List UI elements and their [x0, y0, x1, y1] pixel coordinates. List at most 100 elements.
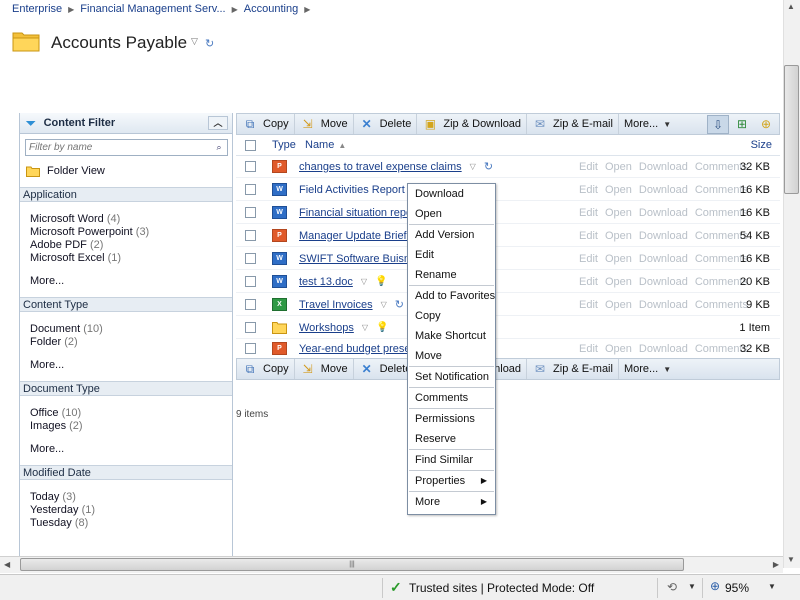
edit-link[interactable]: Edit: [579, 253, 598, 265]
vertical-scroll-thumb[interactable]: [784, 65, 799, 194]
menu-item-copy[interactable]: Copy: [408, 306, 495, 326]
open-link[interactable]: Open: [605, 299, 632, 311]
zip-download-button[interactable]: ▣Zip & Download: [417, 114, 528, 134]
more-link[interactable]: More...: [30, 359, 232, 381]
copy-button[interactable]: ⧉ Copy: [237, 114, 295, 134]
breadcrumb-accounting[interactable]: Accounting: [244, 3, 298, 15]
filter-item-today[interactable]: Today (3): [30, 491, 232, 504]
file-name-link[interactable]: Year-end budget prese: [299, 343, 411, 355]
file-name-link[interactable]: test 13.doc: [299, 276, 353, 288]
table-row[interactable]: W Financial situation repo Edit Open Downl…: [236, 202, 780, 224]
menu-item-properties[interactable]: Properties ▶: [408, 471, 495, 491]
column-name[interactable]: Name: [305, 139, 334, 151]
filter-item-folder[interactable]: Folder (2): [30, 336, 232, 349]
file-name-link[interactable]: Field Activities Report: [299, 184, 405, 196]
file-name-link[interactable]: SWIFT Software Buisne: [299, 253, 416, 265]
edit-link[interactable]: Edit: [579, 161, 598, 173]
download-link[interactable]: Download: [639, 207, 688, 219]
menu-item-more[interactable]: More ▶: [408, 492, 495, 512]
filter-item-microsoft-powerpoint[interactable]: Microsoft Powerpoint (3): [30, 226, 232, 239]
row-checkbox[interactable]: [245, 322, 256, 333]
zip-email-button[interactable]: ✉ Zip & E-mail: [527, 359, 619, 379]
file-name-link[interactable]: Manager Update Briefin: [299, 230, 415, 242]
collapse-button[interactable]: ︿: [208, 116, 228, 130]
edit-link[interactable]: Edit: [579, 230, 598, 242]
chevron-down-icon[interactable]: ▽: [381, 300, 387, 309]
filter-item-microsoft-word[interactable]: Microsoft Word (4): [30, 213, 232, 226]
column-type[interactable]: Type: [272, 139, 305, 151]
menu-item-move[interactable]: Move: [408, 346, 495, 366]
folder-name-link[interactable]: Workshops: [299, 322, 354, 334]
download-link[interactable]: Download: [639, 230, 688, 242]
open-link[interactable]: Open: [605, 253, 632, 265]
breadcrumb-enterprise[interactable]: Enterprise: [12, 3, 62, 15]
scroll-left-icon[interactable]: ◀: [4, 560, 10, 569]
menu-item-open[interactable]: Open: [408, 204, 495, 224]
menu-item-add-to-favorites[interactable]: Add to Favorites: [408, 286, 495, 306]
table-row[interactable]: W SWIFT Software Buisne Edit Open Download…: [236, 248, 780, 270]
more-link[interactable]: More...: [30, 275, 232, 297]
menu-item-comments[interactable]: Comments: [408, 388, 495, 408]
folder-view-item[interactable]: Folder View: [20, 160, 232, 181]
download-link[interactable]: Download: [639, 299, 688, 311]
chevron-down-icon[interactable]: ▽: [191, 36, 198, 47]
download-link[interactable]: Download: [639, 184, 688, 196]
more-button[interactable]: More... ▼: [619, 114, 676, 134]
comments-link[interactable]: Comments: [695, 299, 748, 311]
chevron-down-icon[interactable]: ▼: [768, 582, 776, 591]
download-link[interactable]: Download: [639, 253, 688, 265]
zoom-level[interactable]: 95%: [725, 581, 749, 595]
row-checkbox[interactable]: [245, 207, 256, 218]
menu-item-make-shortcut[interactable]: Make Shortcut: [408, 326, 495, 346]
add-folder-icon[interactable]: ⊕: [755, 115, 777, 134]
row-checkbox[interactable]: [245, 253, 256, 264]
filter-item-images[interactable]: Images (2): [30, 420, 232, 433]
add-document-icon[interactable]: ⊞: [731, 115, 753, 134]
row-checkbox[interactable]: [245, 299, 256, 310]
download-link[interactable]: Download: [639, 343, 688, 355]
chevron-down-icon[interactable]: ▽: [362, 323, 368, 332]
download-link[interactable]: Download: [639, 161, 688, 173]
filter-item-microsoft-excel[interactable]: Microsoft Excel (1): [30, 252, 232, 265]
download-link[interactable]: Download: [639, 276, 688, 288]
security-zone-label[interactable]: Trusted sites | Protected Mode: Off: [409, 581, 594, 595]
row-checkbox[interactable]: [245, 343, 256, 354]
download-icon[interactable]: ⇩: [707, 115, 729, 134]
search-icon[interactable]: ⌕: [212, 141, 226, 154]
row-checkbox[interactable]: [245, 276, 256, 287]
menu-item-download[interactable]: Download: [408, 184, 495, 204]
edit-link[interactable]: Edit: [579, 207, 598, 219]
refresh-icon[interactable]: ↻: [484, 160, 493, 173]
open-link[interactable]: Open: [605, 184, 632, 196]
more-button[interactable]: More... ▼: [619, 359, 676, 379]
protected-mode-icon[interactable]: ⟲: [667, 580, 677, 594]
row-checkbox[interactable]: [245, 184, 256, 195]
menu-item-edit[interactable]: Edit: [408, 245, 495, 265]
file-name-link[interactable]: changes to travel expense claims: [299, 161, 462, 173]
column-size[interactable]: Size: [751, 139, 772, 151]
row-checkbox[interactable]: [245, 161, 256, 172]
table-row[interactable]: P Manager Update Briefin Edit Open Downloa…: [236, 225, 780, 247]
table-row[interactable]: W Field Activities Report Edit Open Downlo…: [236, 179, 780, 201]
open-link[interactable]: Open: [605, 230, 632, 242]
filter-item-document[interactable]: Document (10): [30, 323, 232, 336]
chevron-down-icon[interactable]: ▽: [361, 277, 367, 286]
open-link[interactable]: Open: [605, 343, 632, 355]
menu-item-reserve[interactable]: Reserve: [408, 429, 495, 449]
horizontal-scroll-thumb[interactable]: |||: [20, 558, 684, 571]
breadcrumb-financial-management[interactable]: Financial Management Serv...: [80, 3, 225, 15]
select-all-checkbox[interactable]: [245, 139, 256, 151]
refresh-icon[interactable]: ↻: [205, 37, 214, 50]
scroll-up-icon[interactable]: ▲: [787, 2, 795, 11]
copy-button[interactable]: ⧉ Copy: [237, 359, 295, 379]
table-row[interactable]: X Travel Invoices ▽ ↻ Edit Open Download Co…: [236, 294, 780, 316]
menu-item-set-notification[interactable]: Set Notification: [408, 367, 495, 387]
edit-link[interactable]: Edit: [579, 299, 598, 311]
zip-email-button[interactable]: ✉ Zip & E-mail: [527, 114, 619, 134]
filter-by-name-input[interactable]: [26, 140, 196, 155]
filter-item-adobe-pdf[interactable]: Adobe PDF (2): [30, 239, 232, 252]
menu-item-permissions[interactable]: Permissions: [408, 409, 495, 429]
edit-link[interactable]: Edit: [579, 343, 598, 355]
filter-item-office[interactable]: Office (10): [30, 407, 232, 420]
open-link[interactable]: Open: [605, 207, 632, 219]
